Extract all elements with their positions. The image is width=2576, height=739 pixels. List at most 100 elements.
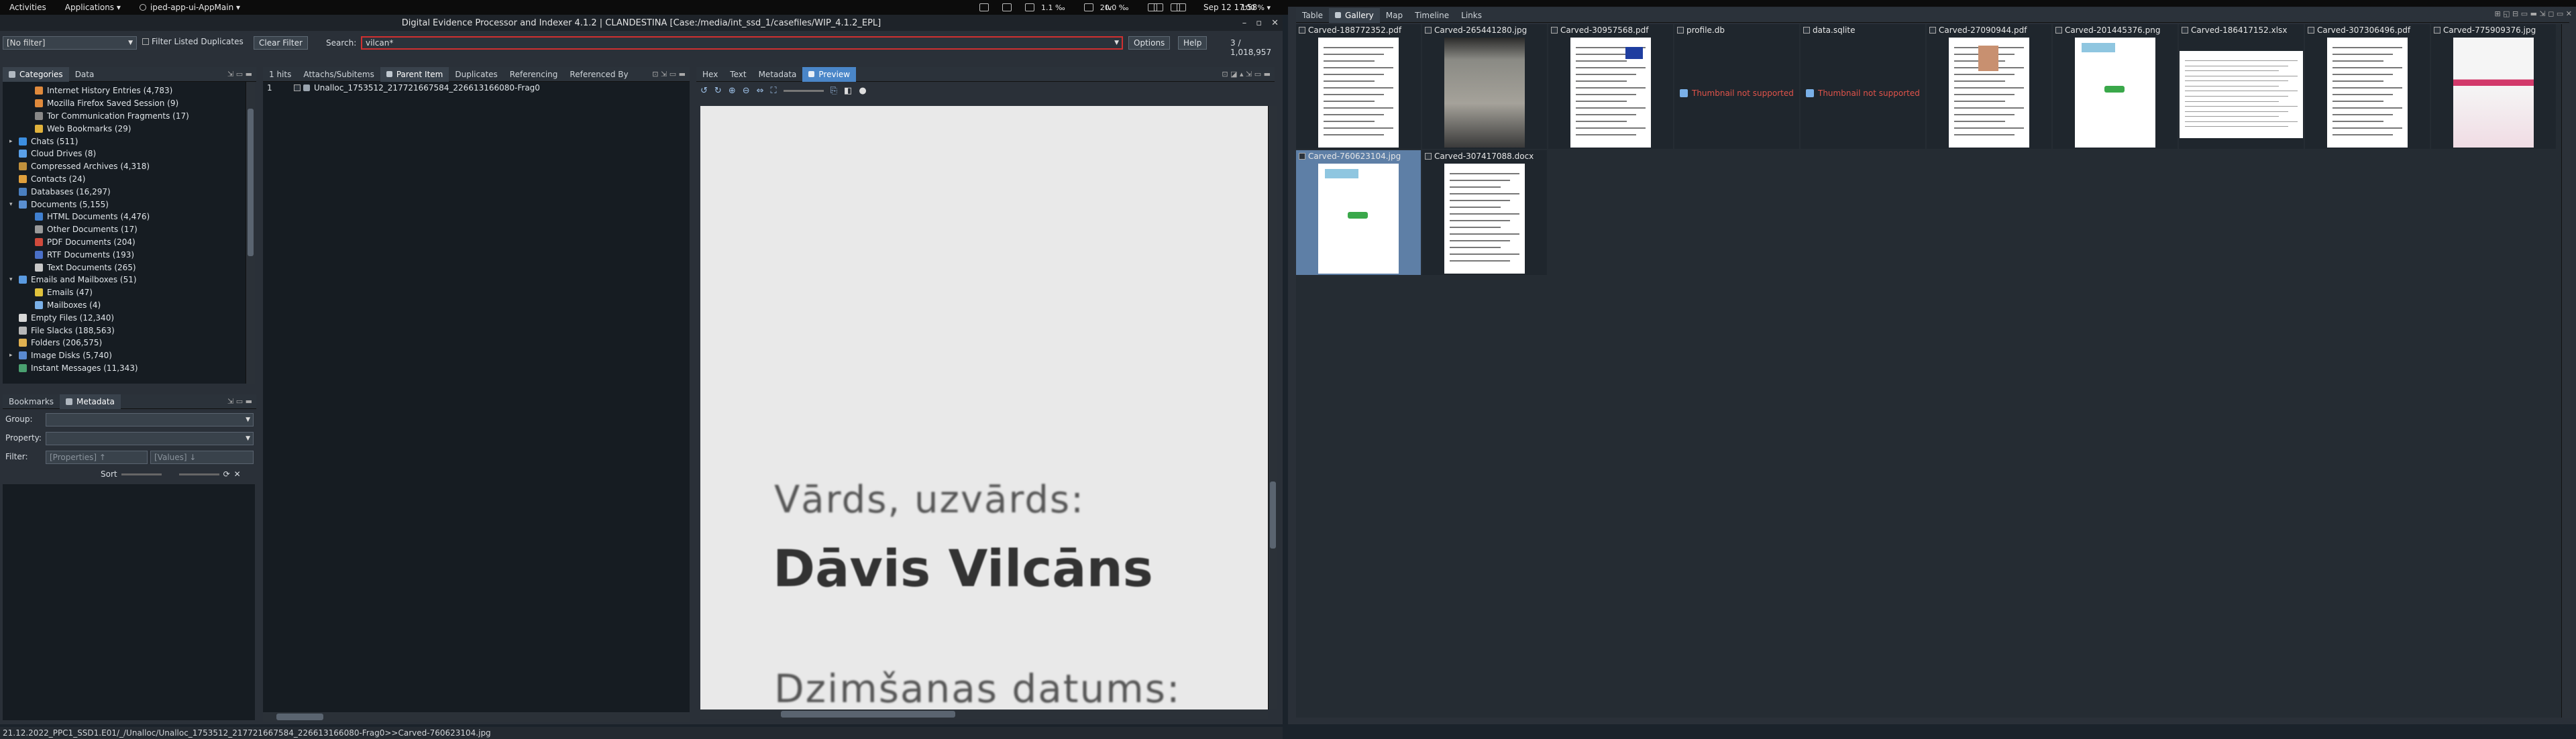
category-item[interactable]: ▾ Documents (5,155) — [3, 198, 246, 211]
applications-menu[interactable]: Applications ▾ — [56, 0, 130, 15]
tab-map[interactable]: Map — [1380, 8, 1409, 23]
property-select[interactable]: ▼ — [46, 432, 254, 445]
options-button[interactable]: Options — [1128, 36, 1171, 50]
preview-vscrollbar[interactable] — [1268, 106, 1277, 709]
gallery-panel-controls[interactable]: ⊞ ◱ ⊟ ▭ ▬ ⇲ ◻ ▭ ✕ — [2494, 9, 2572, 18]
contrast-icon[interactable]: ◧ — [844, 86, 852, 96]
tab-viewer-text[interactable]: Text — [724, 67, 752, 82]
category-item[interactable]: Empty Files (12,340) — [3, 311, 246, 324]
clipboard-icon[interactable] — [979, 3, 989, 11]
battery-indicator[interactable]: 100 % ▾ — [1241, 0, 1271, 15]
gallery-item-checkbox[interactable] — [1677, 27, 1684, 34]
filter-duplicates-toggle[interactable]: Filter Listed Duplicates — [142, 37, 244, 46]
panel-controls-icon[interactable]: ⇲ ▭ ▬ — [227, 70, 252, 78]
sort-slider[interactable] — [121, 473, 162, 475]
maximize-icon[interactable]: ▫ — [1256, 18, 1262, 28]
category-item[interactable]: ▸ Chats (511) — [3, 135, 246, 148]
gallery-item[interactable]: Carved-186417152.xlsx — [2179, 24, 2304, 149]
category-item[interactable]: ▸ Image Disks (5,740) — [3, 349, 246, 362]
gallery-item[interactable]: Carved-188772352.pdf — [1296, 24, 1421, 149]
gallery-item-checkbox[interactable] — [1425, 153, 1432, 160]
gallery-item-checkbox[interactable] — [1299, 27, 1305, 34]
gallery-item-checkbox[interactable] — [1929, 27, 1936, 34]
tab-results-5[interactable]: Referenced By — [564, 67, 634, 82]
category-item[interactable]: Databases (16,297) — [3, 185, 246, 198]
category-item[interactable]: Mozilla Firefox Saved Session (9) — [3, 97, 246, 110]
preview-hscrollbar[interactable] — [700, 709, 1268, 719]
tab-viewer-hex[interactable]: Hex — [696, 67, 724, 82]
categories-tree[interactable]: Internet History Entries (4,783) Mozilla … — [3, 82, 246, 384]
tab-results-0[interactable]: 1 hits — [263, 67, 297, 82]
tab-viewer-metadata[interactable]: Metadata — [753, 67, 803, 82]
metadata-list[interactable] — [3, 484, 255, 720]
refresh-icon[interactable]: ⟳ — [223, 469, 230, 479]
gallery-item[interactable]: profile.db Thumbnail not supported — [1674, 24, 1799, 149]
category-item[interactable]: RTF Documents (193) — [3, 248, 246, 261]
fit-page-icon[interactable]: ⛶ — [771, 86, 777, 96]
gallery-item-checkbox[interactable] — [2055, 27, 2062, 34]
panel-controls-icon[interactable]: ⊡ ⇲ ▭ ▬ — [652, 70, 686, 78]
window-icon[interactable] — [1002, 3, 1012, 11]
tab-viewer-preview[interactable]: Preview — [802, 66, 857, 82]
tab-table[interactable]: Table — [1296, 8, 1329, 23]
category-item[interactable]: ▾ Emails and Mailboxes (51) — [3, 274, 246, 286]
gallery-item-checkbox[interactable] — [2434, 27, 2440, 34]
preview-image[interactable]: Vārds, uzvārds: Dāvis Vilcāns Dzimšanas … — [700, 106, 1268, 709]
active-app-indicator[interactable]: iped-app-ui-AppMain ▾ — [130, 0, 250, 15]
rotate-right-icon[interactable]: ↻ — [714, 86, 722, 96]
category-item[interactable]: Internet History Entries (4,783) — [3, 84, 246, 97]
category-item[interactable]: Contacts (24) — [3, 173, 246, 186]
gallery-item[interactable]: Carved-307306496.pdf — [2305, 24, 2430, 149]
tab-gallery[interactable]: Gallery — [1329, 7, 1380, 23]
zoom-out-icon[interactable]: ⊖ — [743, 86, 750, 96]
filter-values-input[interactable]: [Values] ↓ — [150, 451, 254, 464]
zoom-in-icon[interactable]: ⊕ — [729, 86, 736, 96]
status-icons[interactable] — [1147, 0, 1193, 15]
highlight-icon[interactable]: ● — [859, 86, 866, 96]
gallery-item-checkbox[interactable] — [1803, 27, 1810, 34]
expand-arrow-icon[interactable]: ▾ — [9, 276, 16, 283]
gallery-scrollbar[interactable] — [2561, 24, 2571, 718]
tab-results-3[interactable]: Duplicates — [449, 67, 503, 82]
gallery-item[interactable]: data.sqlite Thumbnail not supported — [1801, 24, 1925, 149]
gallery-item-checkbox[interactable] — [2182, 27, 2188, 34]
expand-arrow-icon[interactable]: ▸ — [9, 138, 16, 145]
expand-arrow-icon[interactable]: ▾ — [9, 201, 16, 208]
results-hscrollbar[interactable] — [263, 712, 690, 722]
tab-results-2[interactable]: Parent Item — [380, 66, 449, 82]
clear-icon[interactable]: ✕ — [234, 469, 241, 479]
zoom-slider[interactable] — [783, 89, 824, 92]
group-select[interactable]: ▼ — [46, 413, 254, 427]
filter-duplicates-checkbox[interactable] — [142, 38, 149, 45]
search-input[interactable]: vilcan* ▼ — [361, 36, 1123, 50]
expand-arrow-icon[interactable]: ▸ — [9, 352, 16, 359]
category-item[interactable]: PDF Documents (204) — [3, 236, 246, 249]
rotate-left-icon[interactable]: ↺ — [700, 86, 708, 96]
category-item[interactable]: Instant Messages (11,343) — [3, 362, 246, 375]
tab-bookmarks[interactable]: Bookmarks — [3, 394, 60, 409]
close-icon[interactable]: ✕ — [1271, 18, 1279, 28]
help-button[interactable]: Help — [1178, 36, 1208, 50]
tab-metadata[interactable]: Metadata — [60, 394, 121, 409]
category-item[interactable]: Compressed Archives (4,318) — [3, 160, 246, 173]
table-row[interactable]: 1 Unalloc_1753512_217721667584_226613166… — [263, 82, 690, 95]
minimize-icon[interactable]: – — [1242, 18, 1247, 28]
fit-width-icon[interactable]: ⇔ — [757, 86, 764, 96]
category-item[interactable]: Text Documents (265) — [3, 261, 246, 274]
scroll-thumb[interactable] — [781, 711, 955, 718]
category-item[interactable]: Cloud Drives (8) — [3, 148, 246, 160]
tab-links[interactable]: Links — [1455, 8, 1488, 23]
filter-select[interactable]: [No filter] ▼ — [3, 36, 137, 50]
window-titlebar[interactable]: Digital Evidence Processor and Indexer 4… — [0, 15, 1283, 31]
copy-icon[interactable]: ⎘ — [830, 86, 837, 96]
search-dropdown-icon[interactable]: ▼ — [1114, 40, 1119, 46]
gallery-item[interactable]: Carved-775909376.jpg — [2431, 24, 2556, 149]
gallery-item[interactable]: Carved-201445376.png — [2053, 24, 2178, 149]
tab-data[interactable]: Data — [69, 67, 101, 82]
gallery-item-checkbox[interactable] — [2308, 27, 2314, 34]
gallery-item[interactable]: Carved-27090944.pdf — [1927, 24, 2051, 149]
scroll-thumb[interactable] — [1270, 481, 1276, 549]
category-item[interactable]: Mailboxes (4) — [3, 299, 246, 312]
panel-controls-icon[interactable]: ⊡ ◪ ▴ ⇲ ▭ ▬ — [1222, 70, 1271, 78]
categories-scrollbar[interactable] — [246, 82, 255, 384]
